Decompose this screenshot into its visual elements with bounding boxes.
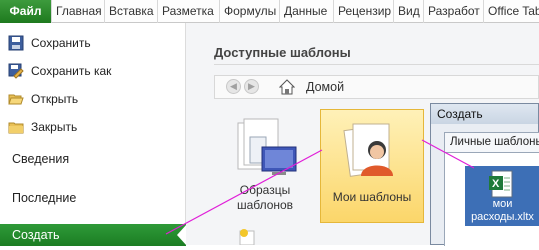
- annotation-arrow-right: [421, 139, 475, 169]
- annotation-arrow-left: [165, 149, 323, 235]
- annotation-arrows: [165, 139, 475, 235]
